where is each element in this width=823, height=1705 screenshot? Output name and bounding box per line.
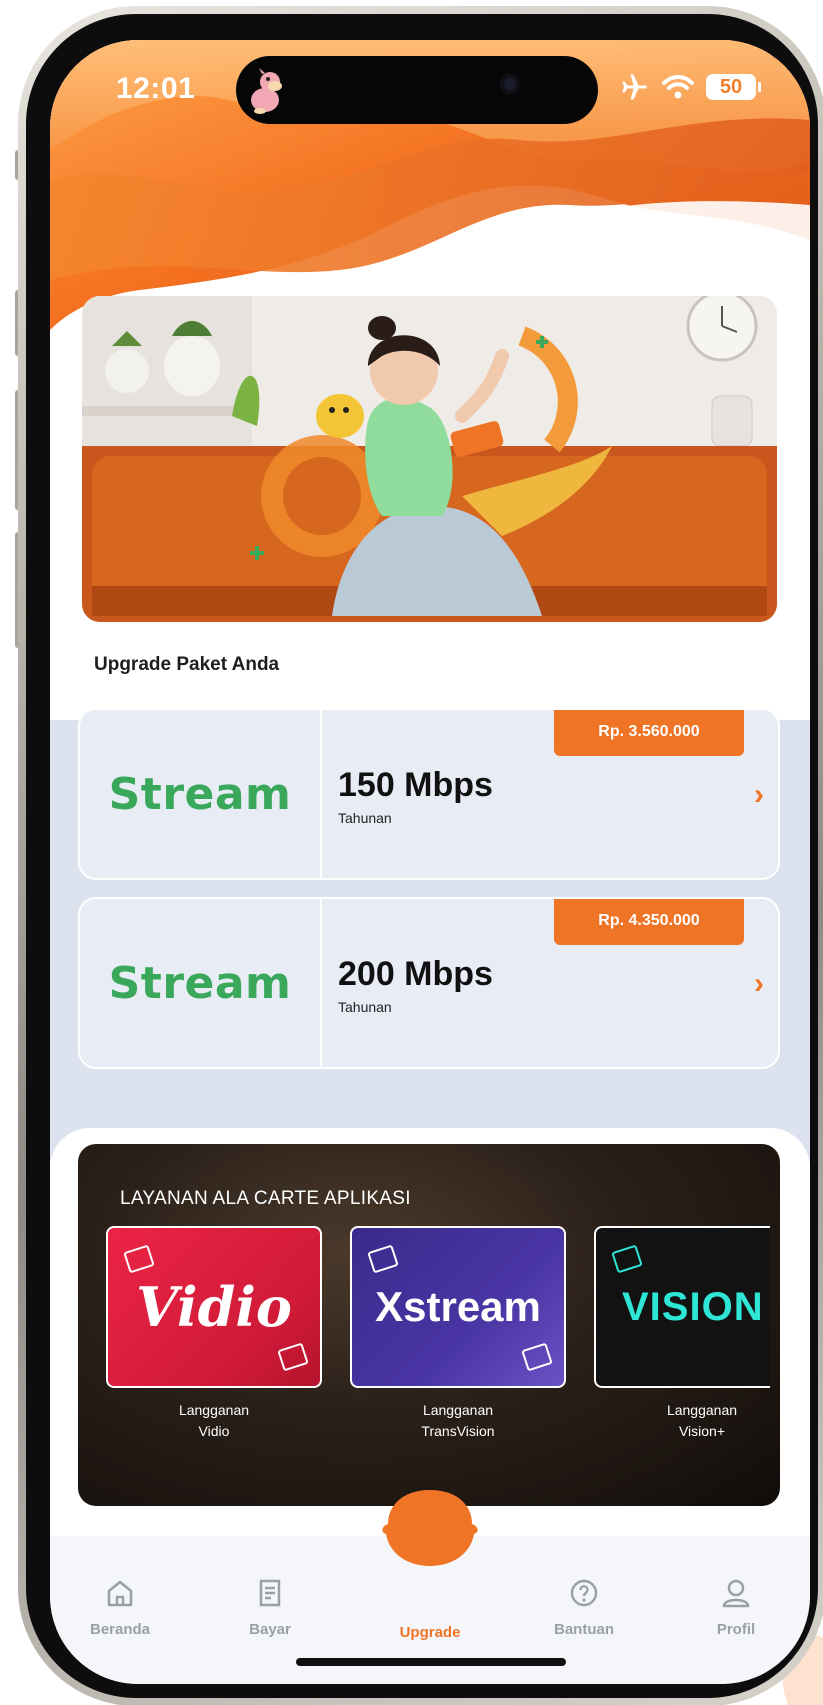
app-card-vidio[interactable]: Vidio: [106, 1226, 322, 1388]
chevron-right-icon[interactable]: ›: [754, 967, 764, 1001]
play-badge-icon: [611, 1244, 643, 1274]
caption-line1: Langganan: [666, 1402, 738, 1418]
play-badge-icon: [277, 1342, 309, 1372]
nav-label: Bantuan: [554, 1621, 614, 1638]
bill-icon: [259, 1579, 281, 1607]
caption-line2: Vidio: [198, 1423, 230, 1439]
caption-line2: Vision+: [678, 1423, 726, 1439]
screenshot-stage: 12:01 50 Upgrade Paket Anda Stream 150 M…: [0, 0, 823, 1705]
home-icon: [107, 1580, 133, 1607]
alacarte-section: LAYANAN ALA CARTE APLIKASI Vidio Langgan…: [50, 1128, 810, 1548]
caption-line2: TransVision: [421, 1423, 495, 1439]
caption-line1: Langganan: [422, 1402, 494, 1418]
package-price-badge: Rp. 3.560.000: [554, 710, 744, 756]
help-icon: [570, 1579, 598, 1607]
app-screen: 12:01 50 Upgrade Paket Anda Stream 150 M…: [50, 40, 810, 1684]
slowpoke-icon: [251, 68, 282, 114]
nav-item-bayar[interactable]: Bayar: [210, 1578, 330, 1638]
promo-banner-image: [82, 296, 777, 622]
status-icons: 50: [620, 74, 761, 100]
nav-label: Profil: [716, 1621, 756, 1638]
play-badge-icon: [521, 1342, 553, 1372]
package-details: 200 Mbps Tahunan Rp. 4.350.000 ›: [322, 899, 778, 1067]
battery-indicator: 50: [706, 74, 761, 100]
app-caption-vision: Langganan Vision+: [594, 1400, 780, 1442]
package-details: 150 Mbps Tahunan Rp. 3.560.000 ›: [322, 710, 778, 878]
package-price-badge: Rp. 4.350.000: [554, 899, 744, 945]
nav-item-profil[interactable]: Profil: [676, 1578, 796, 1638]
caption-line1: Langganan: [178, 1402, 250, 1418]
package-speed: 150 Mbps: [338, 766, 493, 804]
promo-banner[interactable]: [82, 296, 777, 622]
package-speed: 200 Mbps: [338, 955, 493, 993]
vision-logo: VISION: [622, 1284, 764, 1329]
app-caption-transvision: Langganan TransVision: [350, 1400, 566, 1442]
dynamic-island: [236, 56, 598, 124]
package-card-150[interactable]: Stream 150 Mbps Tahunan Rp. 3.560.000 ›: [78, 708, 780, 880]
alacarte-panel: LAYANAN ALA CARTE APLIKASI Vidio Langgan…: [78, 1144, 780, 1506]
alacarte-title: LAYANAN ALA CARTE APLIKASI: [120, 1188, 411, 1209]
stream-logo-text: Stream: [108, 957, 292, 1009]
nav-label: Upgrade: [399, 1624, 461, 1641]
app-card-xstream[interactable]: Xstream: [350, 1226, 566, 1388]
app-card-vision[interactable]: VISION: [594, 1226, 770, 1388]
vidio-logo: Vidio: [136, 1275, 292, 1339]
play-badge-icon: [123, 1244, 155, 1274]
nav-item-bantuan[interactable]: Bantuan: [524, 1578, 644, 1638]
nav-item-beranda[interactable]: Beranda: [60, 1578, 180, 1638]
home-indicator: [296, 1658, 566, 1666]
xstream-logo: Xstream: [375, 1283, 541, 1330]
stream-logo: Stream: [80, 710, 322, 878]
package-period: Tahunan: [338, 999, 392, 1015]
app-caption-vidio: Langganan Vidio: [106, 1400, 322, 1442]
nav-item-upgrade[interactable]: Upgrade: [370, 1578, 490, 1641]
chevron-right-icon[interactable]: ›: [754, 778, 764, 812]
stream-logo-text: Stream: [108, 768, 292, 820]
wifi-icon: [662, 75, 694, 99]
package-period: Tahunan: [338, 810, 392, 826]
status-time: 12:01: [116, 72, 196, 105]
nav-label: Bayar: [249, 1621, 291, 1638]
upgrade-section-title: Upgrade Paket Anda: [94, 654, 280, 675]
play-badge-icon: [367, 1244, 399, 1274]
front-camera: [500, 74, 520, 94]
profile-icon: [722, 1579, 750, 1608]
stream-logo: Stream: [80, 899, 322, 1067]
package-card-200[interactable]: Stream 200 Mbps Tahunan Rp. 4.350.000 ›: [78, 897, 780, 1069]
nav-label: Beranda: [89, 1621, 151, 1638]
airplane-icon: [622, 74, 647, 100]
upgrade-icon[interactable]: [380, 1486, 480, 1566]
